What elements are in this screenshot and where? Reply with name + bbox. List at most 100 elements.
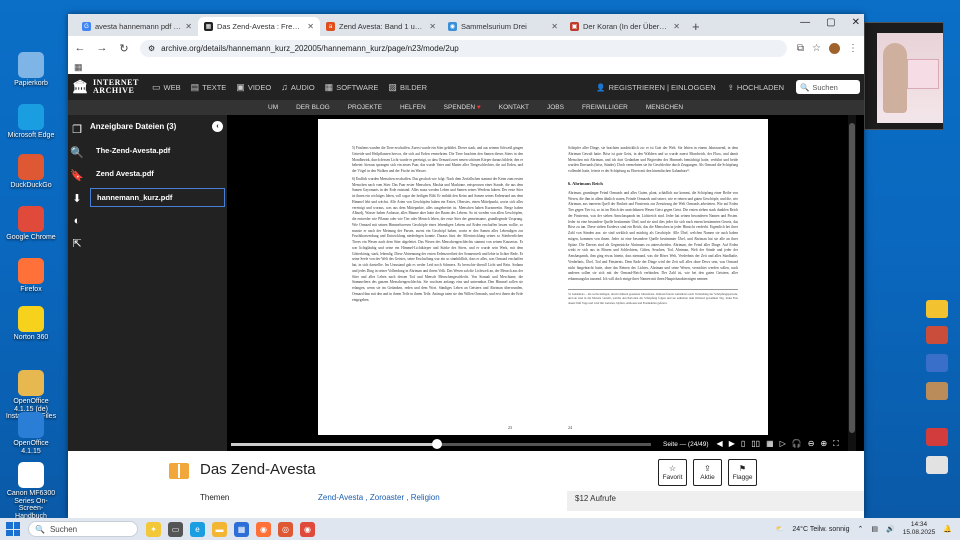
media-nav-texte[interactable]: ▤ TEXTE <box>191 82 227 93</box>
subnav-link[interactable]: KONTAKT <box>499 104 529 111</box>
site-info-icon[interactable]: ⚙ <box>148 44 155 53</box>
firefox-icon[interactable]: ◉ <box>256 521 271 537</box>
subnav-link[interactable]: UM <box>268 104 278 111</box>
store-icon[interactable]: ▦ <box>234 521 249 537</box>
scroll-thumb[interactable] <box>849 123 855 433</box>
subnav-link[interactable]: MENSCHEN <box>646 104 683 111</box>
file-item[interactable]: hannemann_kurz.pdf <box>90 188 225 207</box>
avatar[interactable] <box>829 42 840 54</box>
file-explorer-icon[interactable]: ▬ <box>212 521 227 537</box>
edge-icon[interactable]: e <box>190 521 205 537</box>
new-tab-button[interactable]: + <box>692 19 700 34</box>
search-input[interactable]: 🔍 Suchen <box>796 80 860 94</box>
aktie-button[interactable]: ⇪ Aktie <box>693 459 722 486</box>
photo-viewer-window[interactable] <box>864 22 944 130</box>
notification-icon[interactable]: 🔔 <box>943 525 952 533</box>
media-nav-software[interactable]: ▦ SOFTWARE <box>325 82 379 93</box>
reload-icon[interactable]: ↻ <box>118 42 130 55</box>
download-icon[interactable]: ⬇ <box>72 192 81 205</box>
media-nav-video[interactable]: ▣ VIDEO <box>236 82 271 93</box>
start-button[interactable] <box>6 522 20 536</box>
weather-text[interactable]: 24°C Teilw. sonnig <box>792 526 849 533</box>
network-icon[interactable]: ▤ <box>871 525 878 533</box>
favorit-button[interactable]: ☆ Favorit <box>658 459 687 486</box>
app-icon[interactable] <box>926 456 948 474</box>
zoom-out-icon[interactable]: ⊖ <box>808 439 815 449</box>
address-bar[interactable]: ⚙ archive.org/details/hannemann_kurz_202… <box>140 39 787 57</box>
back-icon[interactable]: ← <box>74 42 86 54</box>
thumbnail-view-icon[interactable]: ▦ <box>766 439 774 449</box>
search-icon[interactable]: 🔍 <box>70 146 84 159</box>
volume-icon[interactable]: 🔊 <box>886 525 895 533</box>
menu-icon[interactable]: ⋮ <box>848 43 858 54</box>
weather-icon[interactable]: ⛅ <box>776 525 785 533</box>
close-icon[interactable]: ✕ <box>852 17 860 28</box>
subnav-link[interactable]: FREIWILLIGER <box>582 104 628 111</box>
browser-tab[interactable]: Gavesta hannemann pdf - Goog ✕ <box>76 17 198 36</box>
tab-close-icon[interactable]: ✕ <box>185 22 192 31</box>
apps-grid-icon[interactable]: ▦ <box>74 62 83 73</box>
page-slider[interactable] <box>231 438 651 449</box>
next-page-icon[interactable]: ▶ <box>729 439 735 449</box>
collapse-panel-icon[interactable]: ‹ <box>212 121 223 132</box>
account-link[interactable]: 👤 REGISTRIEREN | EINLOGGEN <box>596 83 715 92</box>
file-item[interactable]: Zend Avesta.pdf <box>90 165 225 182</box>
desktop-icon[interactable]: Papierkorb <box>4 52 58 88</box>
files-icon[interactable]: ❐ <box>72 123 82 136</box>
two-page-view-icon[interactable]: ▯▯ <box>751 439 760 449</box>
right-page[interactable]: Schöpfer aller Dinge, sie brachten ausdr… <box>543 119 768 435</box>
media-nav-web[interactable]: ▭ WEB <box>152 82 181 93</box>
forward-icon[interactable]: → <box>96 42 108 54</box>
app-icon[interactable] <box>926 428 948 446</box>
one-page-view-icon[interactable]: ▯ <box>741 439 745 449</box>
app-icon[interactable] <box>926 382 948 400</box>
bookmark-icon[interactable]: 🔖 <box>70 169 84 182</box>
browser-tab[interactable]: ▣ Der Koran (In der Übersetzung✕ <box>564 17 686 36</box>
bookmark-star-icon[interactable]: ☆ <box>812 43 821 54</box>
subnav-link[interactable]: PROJEKTE <box>348 104 382 111</box>
read-aloud-icon[interactable]: 🎧 <box>792 439 802 449</box>
previous-page-icon[interactable]: ◀ <box>717 439 723 449</box>
task-view-icon[interactable]: ▭ <box>168 521 183 537</box>
duckduckgo-icon[interactable]: ◎ <box>278 521 293 537</box>
app-icon[interactable] <box>926 300 948 318</box>
flagge-button[interactable]: ⚑ Flagge <box>728 459 757 486</box>
media-nav-bilder[interactable]: ▨ BILDER <box>388 82 427 93</box>
clock[interactable]: 14:34 15.08.2025 <box>903 521 936 537</box>
contrast-icon[interactable]: ◐ <box>74 215 81 227</box>
play-icon[interactable]: ▷ <box>780 439 786 449</box>
zoom-in-icon[interactable]: ⊕ <box>820 439 827 449</box>
subnav-link[interactable]: HELFEN <box>400 104 426 111</box>
tab-close-icon[interactable]: ✕ <box>307 22 314 31</box>
media-nav-audio[interactable]: ♫ AUDIO <box>281 82 315 93</box>
desktop-icon[interactable]: Firefox <box>4 258 58 294</box>
subnav-link[interactable]: SPENDEN ♥ <box>444 104 481 111</box>
desktop-icon[interactable]: Microsoft Edge <box>4 104 58 140</box>
translate-icon[interactable]: ⧉ <box>797 43 804 54</box>
tab-close-icon[interactable]: ✕ <box>673 22 680 31</box>
app-icon[interactable] <box>926 354 948 372</box>
browser-tab[interactable]: ◉ Sammelsurium Drei ✕ <box>442 17 564 36</box>
maximize-icon[interactable]: ▢ <box>826 17 835 28</box>
fullscreen-icon[interactable]: ⛶ <box>833 439 839 449</box>
desktop-icon[interactable]: Norton 360 <box>4 306 58 342</box>
desktop-icon[interactable]: OpenOffice 4.1.15 <box>4 412 58 455</box>
vertical-scrollbar[interactable] <box>848 115 856 451</box>
app-icon[interactable] <box>926 326 948 344</box>
tray-overflow-icon[interactable]: ⌃ <box>858 525 864 533</box>
browser-tab[interactable]: ▦ Das Zend-Avesta : Free Downlo ✕ <box>198 17 320 36</box>
upload-link[interactable]: ⇪ HOCHLADEN <box>728 83 784 92</box>
browser-tab[interactable]: a Zend Avesta: Band 1 und 2 : Ha ✕ <box>320 17 442 36</box>
subnav-link[interactable]: JOBS <box>547 104 564 111</box>
minimize-icon[interactable]: — <box>800 17 810 28</box>
file-item[interactable]: The-Zend-Avesta.pdf <box>90 142 225 159</box>
share-icon[interactable]: ⇱ <box>72 237 81 250</box>
desktop-icon[interactable]: Google Chrome <box>4 206 58 242</box>
topics-links[interactable]: Zend-Avesta , Zoroaster , Religion <box>318 493 440 502</box>
slider-handle[interactable] <box>431 438 442 449</box>
subnav-link[interactable]: DER BLOG <box>296 104 330 111</box>
desktop-icon[interactable]: Canon MF6300 Series On-Screen-Handbuch <box>4 462 58 521</box>
ia-logo[interactable]: 🏛 INTERNET ARCHIVE <box>72 79 148 95</box>
taskbar-search[interactable]: 🔍 Suchen <box>28 521 138 537</box>
tab-close-icon[interactable]: ✕ <box>429 22 436 31</box>
